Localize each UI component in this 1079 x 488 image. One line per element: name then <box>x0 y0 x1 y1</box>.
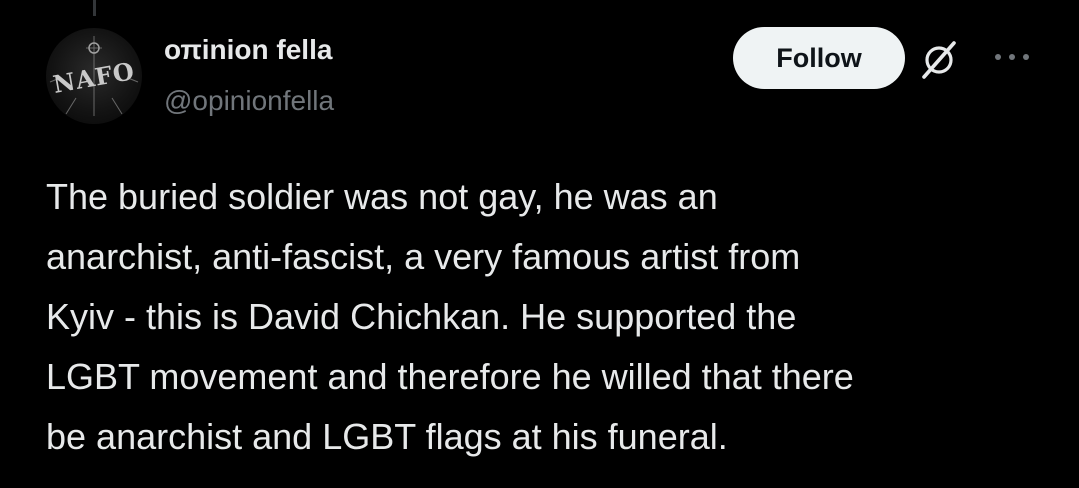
tweet-text: The buried soldier was not gay, he was a… <box>46 176 854 457</box>
nafo-logo-icon: NAFO <box>49 36 139 116</box>
grok-icon[interactable] <box>918 39 960 81</box>
avatar[interactable]: NAFO <box>46 28 142 124</box>
display-name[interactable]: οπinion fella <box>164 34 332 66</box>
user-handle[interactable]: @opinionfella <box>164 85 334 117</box>
more-options-icon[interactable] <box>990 46 1034 68</box>
thread-connector-line <box>93 0 96 16</box>
follow-button[interactable]: Follow <box>733 27 905 89</box>
